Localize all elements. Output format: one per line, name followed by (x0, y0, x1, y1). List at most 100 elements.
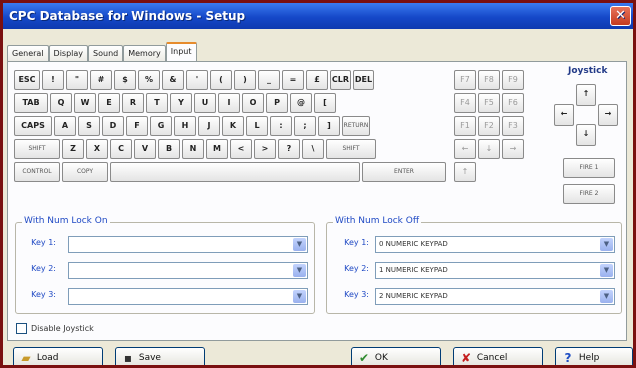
key-row1[interactable]: $ (114, 70, 136, 90)
joystick-right-button[interactable]: → (598, 104, 618, 126)
key-row1[interactable]: CLR (330, 70, 351, 90)
numpad-key[interactable]: F6 (502, 93, 524, 113)
key-row4[interactable]: Z (62, 139, 84, 159)
enter-key[interactable]: ENTER (362, 162, 446, 182)
key-row2[interactable]: Y (170, 93, 192, 113)
key-row3[interactable]: S (78, 116, 100, 136)
chevron-down-icon[interactable]: ▼ (600, 264, 613, 277)
numpad-key[interactable]: F5 (478, 93, 500, 113)
key-row2[interactable]: R (122, 93, 144, 113)
ok-button[interactable]: ✔ OK (351, 347, 441, 365)
key-row1[interactable]: £ (306, 70, 328, 90)
key-row2[interactable]: O (242, 93, 264, 113)
key-row4[interactable]: > (254, 139, 276, 159)
copy-key[interactable]: COPY (62, 162, 108, 182)
key-row4[interactable]: V (134, 139, 156, 159)
key-row1[interactable]: _ (258, 70, 280, 90)
numpad-key[interactable]: F8 (478, 70, 500, 90)
numlock-on-key2-select[interactable]: ▼ (68, 262, 308, 279)
numlock-off-key3-select[interactable]: 2 NUMERIC KEYPAD ▼ (375, 288, 615, 305)
joystick-down-button[interactable]: ↓ (576, 124, 596, 146)
key-row4[interactable]: ? (278, 139, 300, 159)
key-row1[interactable]: ( (210, 70, 232, 90)
key-row3[interactable]: CAPS (14, 116, 52, 136)
chevron-down-icon[interactable]: ▼ (293, 264, 306, 277)
tab-input[interactable]: Input (165, 42, 197, 61)
save-button[interactable]: ▪ Save (115, 347, 205, 365)
key-row4[interactable]: X (86, 139, 108, 159)
key-row1[interactable]: ) (234, 70, 256, 90)
cursor-up-key[interactable]: ↑ (454, 162, 476, 182)
key-row2[interactable]: Q (50, 93, 72, 113)
numlock-on-key1-select[interactable]: ▼ (68, 236, 308, 253)
control-key[interactable]: CONTROL (14, 162, 60, 182)
key-row3[interactable]: K (222, 116, 244, 136)
key-row1[interactable]: DEL (353, 70, 374, 90)
joystick-fire2-button[interactable]: FIRE 2 (563, 184, 615, 204)
key-row1[interactable]: " (66, 70, 88, 90)
key-row2[interactable]: TAB (14, 93, 48, 113)
key-row3[interactable]: ] (318, 116, 340, 136)
key-row2[interactable]: T (146, 93, 168, 113)
key-row3[interactable]: H (174, 116, 196, 136)
key-row4[interactable]: N (182, 139, 204, 159)
key-row3[interactable]: ; (294, 116, 316, 136)
key-row2[interactable]: W (74, 93, 96, 113)
numpad-key[interactable]: ↓ (478, 139, 500, 159)
key-row3[interactable]: D (102, 116, 124, 136)
key-row3[interactable]: J (198, 116, 220, 136)
key-row1[interactable]: # (90, 70, 112, 90)
tab-general[interactable]: General (7, 45, 49, 61)
key-row1[interactable]: % (138, 70, 160, 90)
chevron-down-icon[interactable]: ▼ (293, 290, 306, 303)
key-row4[interactable]: < (230, 139, 252, 159)
key-row3[interactable]: A (54, 116, 76, 136)
key-row1[interactable]: ESC (14, 70, 40, 90)
chevron-down-icon[interactable]: ▼ (600, 290, 613, 303)
cancel-button[interactable]: ✘ Cancel (453, 347, 543, 365)
tab-sound[interactable]: Sound (88, 45, 124, 61)
numpad-key[interactable]: F1 (454, 116, 476, 136)
numpad-key[interactable]: F4 (454, 93, 476, 113)
joystick-fire1-button[interactable]: FIRE 1 (563, 158, 615, 178)
key-row4[interactable]: B (158, 139, 180, 159)
chevron-down-icon[interactable]: ▼ (600, 238, 613, 251)
key-row2[interactable]: I (218, 93, 240, 113)
key-row2[interactable]: P (266, 93, 288, 113)
numpad-key[interactable]: F9 (502, 70, 524, 90)
key-row4[interactable]: M (206, 139, 228, 159)
key-row3[interactable]: RETURN (342, 116, 370, 136)
key-row1[interactable]: = (282, 70, 304, 90)
help-button[interactable]: ? Help (555, 347, 633, 365)
key-row4[interactable]: \ (302, 139, 324, 159)
key-row1[interactable]: ' (186, 70, 208, 90)
chevron-down-icon[interactable]: ▼ (293, 238, 306, 251)
numpad-key[interactable]: F3 (502, 116, 524, 136)
numpad-key[interactable]: F2 (478, 116, 500, 136)
key-row4[interactable]: SHIFT (326, 139, 376, 159)
disable-joystick-checkbox[interactable]: Disable Joystick (16, 323, 94, 334)
load-button[interactable]: ▰ Load (13, 347, 103, 365)
key-row4[interactable]: C (110, 139, 132, 159)
numpad-key[interactable]: → (502, 139, 524, 159)
space-key[interactable] (110, 162, 360, 182)
numlock-on-key3-select[interactable]: ▼ (68, 288, 308, 305)
close-button[interactable]: ✕ (610, 6, 631, 26)
numpad-key[interactable]: ← (454, 139, 476, 159)
numlock-off-key1-select[interactable]: 0 NUMERIC KEYPAD ▼ (375, 236, 615, 253)
checkbox-box[interactable] (16, 323, 27, 334)
key-row2[interactable]: [ (314, 93, 336, 113)
key-row2[interactable]: U (194, 93, 216, 113)
key-row3[interactable]: : (270, 116, 292, 136)
key-row2[interactable]: @ (290, 93, 312, 113)
joystick-up-button[interactable]: ↑ (576, 84, 596, 106)
key-row1[interactable]: ! (42, 70, 64, 90)
tab-memory[interactable]: Memory (123, 45, 166, 61)
key-row3[interactable]: F (126, 116, 148, 136)
key-row4[interactable]: SHIFT (14, 139, 60, 159)
key-row2[interactable]: E (98, 93, 120, 113)
numlock-off-key2-select[interactable]: 1 NUMERIC KEYPAD ▼ (375, 262, 615, 279)
numpad-key[interactable]: F7 (454, 70, 476, 90)
key-row1[interactable]: & (162, 70, 184, 90)
joystick-left-button[interactable]: ← (554, 104, 574, 126)
